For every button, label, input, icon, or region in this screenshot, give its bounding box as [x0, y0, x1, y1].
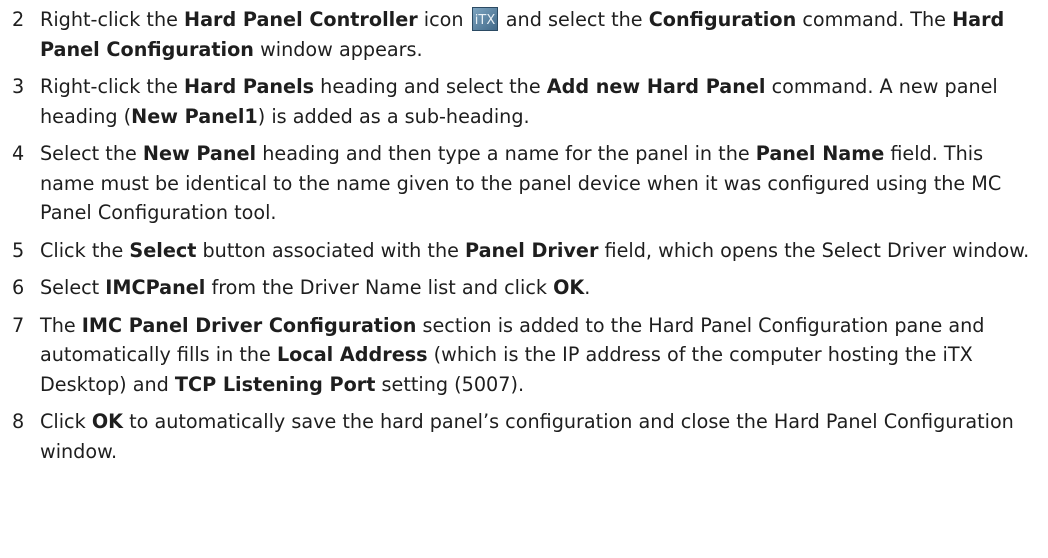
- ui-term-bold: Local Address: [276, 343, 428, 366]
- step-text: Click the Select button associated with …: [40, 239, 1029, 262]
- hard-panel-controller-icon: iTX: [471, 7, 498, 31]
- text-run: Click the: [40, 238, 130, 262]
- text-run: heading and select the: [314, 75, 547, 98]
- step-item: 6 Select IMCPanel from the Driver Name li…: [12, 273, 1042, 303]
- text-run: field, which opens the Select Driver win…: [598, 238, 1030, 262]
- text-run: window appears.: [253, 37, 423, 61]
- ui-term-bold: Select: [129, 238, 197, 262]
- step-item: 2 Right-click the Hard Panel Controller i…: [12, 5, 1042, 64]
- ui-term-bold: TCP Listening Port: [174, 372, 376, 396]
- ui-term-bold: OK: [553, 276, 585, 299]
- ui-term-bold: IMCPanel: [105, 276, 206, 299]
- ui-term-bold: OK: [91, 410, 124, 433]
- text-run: Click: [40, 410, 92, 433]
- ui-term-bold: Hard Panels: [184, 75, 315, 98]
- text-run: Right-click the: [40, 75, 185, 98]
- step-text: The IMC Panel Driver Configuration secti…: [40, 314, 984, 396]
- text-run: from the Driver Name list and click: [205, 276, 554, 299]
- instruction-steps-list: 2 Right-click the Hard Panel Controller i…: [12, 5, 1042, 474]
- step-number: 5: [12, 238, 25, 262]
- step-item: 7 The IMC Panel Driver Configuration sect…: [12, 311, 1042, 400]
- text-run: Right-click the: [40, 8, 185, 31]
- ui-term-bold: Hard Panel Controller: [184, 8, 418, 31]
- text-run: setting (5007).: [375, 372, 525, 396]
- step-item: 5 Click the Select button associated with…: [12, 236, 1042, 266]
- step-text: Right-click the Hard Panels heading and …: [40, 75, 998, 128]
- text-run: heading and then type a name for the pan…: [256, 142, 756, 165]
- ui-term-bold: Panel Driver: [465, 238, 599, 262]
- step-number: 6: [12, 276, 25, 299]
- step-text: Select IMCPanel from the Driver Name lis…: [40, 276, 590, 299]
- step-text: Click OK to automatically save the hard …: [40, 410, 1014, 463]
- step-number: 3: [12, 75, 25, 98]
- text-run: Select: [40, 276, 106, 299]
- ui-term-bold: New Panel: [142, 142, 257, 165]
- text-run: icon: [417, 8, 470, 31]
- ui-term-bold: New Panel1: [131, 104, 258, 128]
- step-number: 2: [12, 8, 25, 31]
- step-item: 8 Click OK to automatically save the hard…: [12, 407, 1042, 466]
- step-item: 4 Select the New Panel heading and then t…: [12, 139, 1042, 228]
- text-run: to automatically save the hard panel’s c…: [40, 410, 1014, 463]
- text-run: The: [40, 313, 82, 337]
- itx-icon-label: iTX: [474, 13, 495, 28]
- step-number: 4: [12, 142, 25, 165]
- ui-term-bold: Add new Hard Panel: [546, 75, 766, 98]
- ui-term-bold: IMC Panel Driver Configuration: [81, 313, 417, 337]
- step-number: 7: [12, 313, 25, 337]
- ui-term-bold: Configuration: [648, 8, 797, 31]
- text-run: command. The: [796, 8, 953, 31]
- step-text: Select the New Panel heading and then ty…: [40, 142, 1001, 224]
- text-run: button associated with the: [196, 238, 466, 262]
- ui-term-bold: Panel Name: [755, 142, 885, 165]
- text-run: .: [584, 276, 591, 299]
- text-run: ) is added as a sub-heading.: [257, 104, 530, 128]
- step-number: 8: [12, 410, 25, 433]
- text-run: and select the: [499, 8, 649, 31]
- step-text: Right-click the Hard Panel Controller ic…: [40, 7, 1004, 61]
- text-run: Select the: [40, 142, 143, 165]
- step-item: 3 Right-click the Hard Panels heading and…: [12, 72, 1042, 131]
